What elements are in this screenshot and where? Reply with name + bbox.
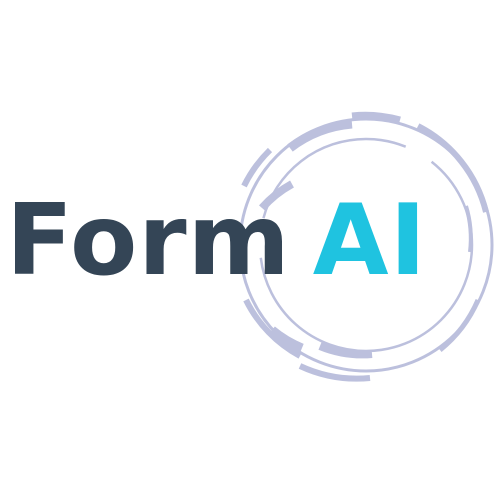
logo-word-ai: AI [312,184,428,298]
logo-canvas: Form AI [0,0,500,500]
arc-bottom-left [269,326,304,353]
arc-right-inner [464,205,473,253]
arc-top-right [416,123,489,213]
arc-top-left [287,119,353,152]
logo-wordmark: Form AI [6,186,427,296]
logo-word-form: Form [6,184,291,298]
arc-right [438,298,481,352]
